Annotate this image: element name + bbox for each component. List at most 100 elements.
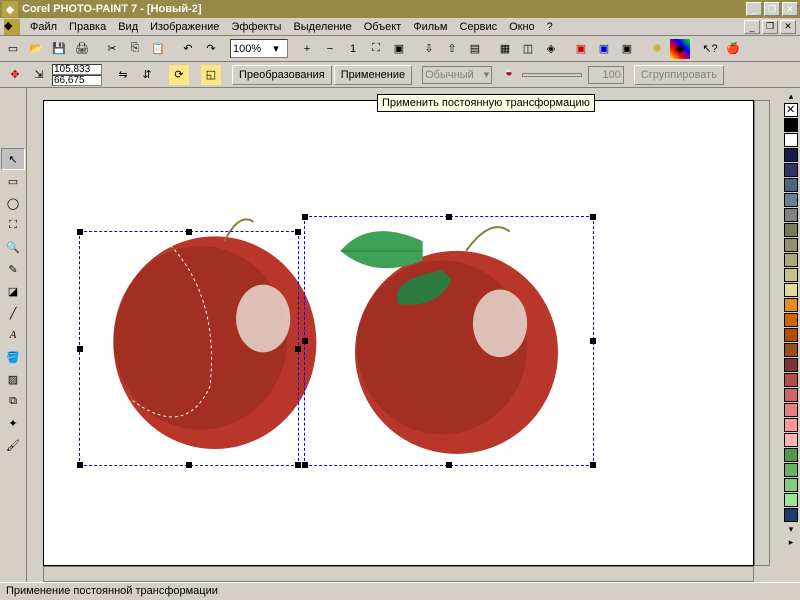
color-swatch[interactable] — [784, 178, 798, 192]
selection1-button[interactable]: ▣ — [570, 38, 592, 60]
transforms-button[interactable]: Преобразования — [232, 65, 332, 85]
color-swatch[interactable] — [784, 223, 798, 237]
export-button[interactable]: ⇧ — [441, 38, 463, 60]
vertical-scrollbar[interactable] — [754, 100, 770, 566]
close-button[interactable]: ✕ — [782, 2, 798, 16]
color-swatch[interactable] — [784, 253, 798, 267]
color-swatch[interactable] — [784, 163, 798, 177]
channel-button[interactable]: ◫ — [517, 38, 539, 60]
mask-rect-tool[interactable]: ▭ — [1, 170, 25, 192]
maximize-button[interactable]: ❐ — [764, 2, 780, 16]
color-swatch[interactable] — [784, 388, 798, 402]
object-button[interactable]: ◈ — [540, 38, 562, 60]
print-button[interactable]: 🖨 — [71, 38, 93, 60]
palette-menu-button[interactable]: ▸ — [784, 536, 798, 548]
selection3-button[interactable]: ▣ — [616, 38, 638, 60]
color-swatch[interactable] — [784, 433, 798, 447]
canvas[interactable] — [43, 100, 754, 566]
color-swatch[interactable] — [784, 343, 798, 357]
color-swatch[interactable] — [784, 283, 798, 297]
color-swatch[interactable] — [784, 208, 798, 222]
selection-box-1[interactable] — [79, 231, 299, 466]
color-swatch[interactable] — [784, 328, 798, 342]
apple-button[interactable]: 🍎 — [722, 38, 744, 60]
color-swatch[interactable] — [784, 463, 798, 477]
menu-movie[interactable]: Фильм — [407, 20, 453, 34]
menu-object[interactable]: Объект — [358, 20, 407, 34]
save-button[interactable]: 💾 — [48, 38, 70, 60]
effects-button[interactable]: ❋ — [646, 38, 668, 60]
color-swatch[interactable] — [784, 373, 798, 387]
mask-free-tool[interactable]: ◯ — [1, 192, 25, 214]
crop-tool[interactable]: ⛶ — [1, 214, 25, 236]
color-swatch[interactable] — [784, 268, 798, 282]
color-swatch[interactable] — [784, 238, 798, 252]
menu-edit[interactable]: Правка — [63, 20, 112, 34]
color-swatch[interactable] — [784, 418, 798, 432]
palette-down-button[interactable]: ▾ — [784, 523, 798, 535]
child-restore-button[interactable]: ❐ — [762, 20, 778, 34]
paste-button[interactable]: 📋 — [147, 38, 169, 60]
transparency-tool[interactable]: ▨ — [1, 368, 25, 390]
fill-tool[interactable]: 🪣 — [1, 346, 25, 368]
child-close-button[interactable]: ✕ — [780, 20, 796, 34]
color-swatch[interactable] — [784, 148, 798, 162]
menu-tools[interactable]: Сервис — [453, 20, 503, 34]
pick-tool[interactable]: ↖ — [1, 148, 25, 170]
color-swatch[interactable] — [784, 193, 798, 207]
help-arrow-button[interactable]: ↖? — [699, 38, 721, 60]
no-color-swatch[interactable]: ✕ — [784, 103, 798, 117]
scan-button[interactable]: ▤ — [464, 38, 486, 60]
child-minimize-button[interactable]: _ — [744, 20, 760, 34]
color-swatch[interactable] — [784, 313, 798, 327]
zoom-combo[interactable]: ▾ — [230, 39, 288, 58]
selection2-button[interactable]: ▣ — [593, 38, 615, 60]
color-swatch[interactable] — [784, 133, 798, 147]
zoom100-button[interactable]: 1 — [342, 38, 364, 60]
line-tool[interactable]: ╱ — [1, 302, 25, 324]
color-button[interactable]: ◆ — [669, 38, 691, 60]
fullscreen-button[interactable]: ▣ — [388, 38, 410, 60]
clone-tool[interactable]: ⧉ — [1, 390, 25, 412]
selection-box-2[interactable] — [304, 216, 594, 466]
zoomfit-button[interactable]: ⛶ — [365, 38, 387, 60]
flip-v-button[interactable]: ⇵ — [136, 64, 158, 86]
menu-file[interactable]: Файл — [24, 20, 63, 34]
menu-view[interactable]: Вид — [112, 20, 144, 34]
color-swatch[interactable] — [784, 493, 798, 507]
menu-selection[interactable]: Выделение — [287, 20, 357, 34]
minimize-button[interactable]: _ — [746, 2, 762, 16]
undo-button[interactable]: ↶ — [177, 38, 199, 60]
color-swatch[interactable] — [784, 448, 798, 462]
menu-image[interactable]: Изображение — [144, 20, 225, 34]
apply-button[interactable]: Применение — [334, 65, 412, 85]
redo-button[interactable]: ↷ — [200, 38, 222, 60]
open-button[interactable]: 📂 — [25, 38, 47, 60]
zoom-dropdown-icon[interactable]: ▾ — [269, 42, 283, 55]
coord-y-input[interactable] — [52, 75, 102, 86]
menu-help[interactable]: ? — [541, 20, 559, 34]
brush-tool[interactable]: 🖌 — [1, 434, 25, 456]
import-button[interactable]: ⇩ — [418, 38, 440, 60]
text-tool[interactable]: A — [1, 324, 25, 346]
palette-up-button[interactable]: ▴ — [784, 90, 798, 102]
color-swatch[interactable] — [784, 508, 798, 522]
new-button[interactable]: ▭ — [2, 38, 24, 60]
horizontal-scrollbar[interactable] — [43, 566, 754, 582]
zoom-input[interactable] — [233, 43, 269, 55]
eraser-tool[interactable]: ◪ — [1, 280, 25, 302]
color-swatch[interactable] — [784, 118, 798, 132]
menu-window[interactable]: Окно — [503, 20, 541, 34]
flip-h-button[interactable]: ⇋ — [112, 64, 134, 86]
color-swatch[interactable] — [784, 478, 798, 492]
color-swatch[interactable] — [784, 298, 798, 312]
copy-button[interactable]: ⎘ — [124, 38, 146, 60]
rotate-button[interactable]: ⟳ — [168, 64, 190, 86]
eyedropper-tool[interactable]: ✎ — [1, 258, 25, 280]
zoom-tool[interactable]: 🔍 — [1, 236, 25, 258]
color-swatch[interactable] — [784, 403, 798, 417]
zoomin-button[interactable]: + — [296, 38, 318, 60]
color-swatch[interactable] — [784, 358, 798, 372]
cut-button[interactable]: ✂ — [101, 38, 123, 60]
skew-button[interactable]: ◱ — [200, 64, 222, 86]
